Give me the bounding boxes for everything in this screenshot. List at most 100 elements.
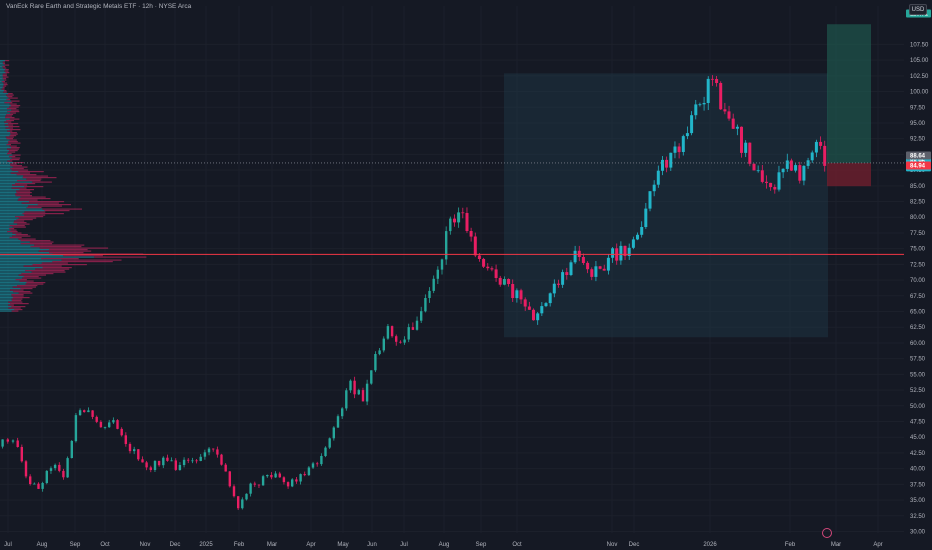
profile-bar-down [18,171,44,173]
profile-bar-up [0,297,13,299]
candle-down [137,449,140,460]
candle-down [411,327,415,330]
candle-up [640,227,644,235]
profile-bar-up [0,198,19,200]
time-tick-label: 2025 [199,542,213,548]
profile-bar-up [0,117,6,119]
candle-down [390,326,394,337]
candle-up [374,354,377,371]
profile-bar-up [0,294,12,296]
time-tick-label: Aug [439,542,450,548]
candle-down [719,83,723,110]
time-tick-label: Mar [831,542,841,548]
profile-bar-up [0,264,33,266]
candle-up [133,449,136,452]
profile-bar-down [7,108,17,110]
profile-bar-down [16,190,31,192]
loss-zone [827,162,871,187]
profile-bar-down [14,309,23,311]
candle-up [685,133,689,137]
time-axis[interactable]: Jul Aug Sep Oct Nov Dec 2025 Feb Mar Apr May Jun Jul… [0,538,932,550]
candle-down [253,483,256,485]
profile-bar-up [0,237,10,239]
profile-bar-up [0,288,21,290]
candle-down [237,496,240,509]
candle-down [477,255,481,259]
candle-down [557,283,560,285]
candle-up [103,427,107,428]
candle-up [311,463,315,468]
candle-down [120,428,123,436]
profile-bar-down [49,249,88,251]
candle-up [681,136,685,152]
profile-bar-up [0,216,16,218]
candle-down [149,467,152,470]
profile-bar-down [9,237,22,239]
chart-area[interactable]: 107.50105.00102.50100.0097.5095.0092.509… [0,0,932,550]
profile-bar-up [0,60,6,62]
profile-bar-down [10,105,21,107]
profile-bar-down [17,285,38,287]
price-chart[interactable]: 107.50105.00102.50100.0097.5095.0092.509… [0,0,932,550]
profile-bar-up [0,141,9,143]
profile-bar-up [0,108,7,110]
currency-button[interactable]: USD [909,4,927,15]
profile-bar-down [10,132,17,134]
chart-title: VanEck Rare Earth and Strategic Metals E… [6,3,192,10]
candle-down [278,473,281,478]
price-tick-label: 100.00 [910,90,929,96]
profile-bar-up [0,295,12,297]
profile-bar-up [0,124,5,126]
profile-bar-down [12,154,21,156]
candle-down [765,181,768,183]
candle-up [153,460,157,470]
profile-bar-up [0,111,8,113]
candle-up [619,245,623,261]
profile-bar-down [16,174,37,176]
candle-up [794,165,798,171]
profile-bar-up [0,82,4,84]
profile-bar-down [3,67,7,69]
profile-bar-up [0,235,13,237]
candle-up [631,239,635,248]
profile-bar-up [0,255,64,257]
profile-bar-down [9,225,25,227]
candle-down [257,484,261,486]
profile-bar-up [0,306,12,308]
profile-bar-down [1,81,5,83]
candle-down [482,258,486,267]
profile-bar-down [15,234,28,236]
profile-bar-up [0,153,8,155]
candle-up [644,208,648,227]
candle-up [378,350,381,355]
profile-bar-up [0,132,11,134]
profile-bar-down [5,69,9,71]
profile-bar-up [0,100,12,102]
profile-bar-down [6,120,14,122]
profile-bar-down [1,88,5,90]
profile-bar-down [10,163,17,165]
profile-bar-up [0,213,23,215]
price-tick-label: 72.50 [910,262,926,268]
profile-bar-up [0,106,10,108]
price-tick-label: 92.50 [910,137,926,143]
candle-up [702,103,706,105]
profile-bar-up [0,64,5,66]
profile-bar-down [2,73,7,75]
profile-bar-up [0,202,22,204]
candle-up [74,415,78,442]
candle-down [723,109,727,112]
time-tick-label: Jul [400,542,408,548]
candle-down [303,474,306,476]
candle-down [532,309,535,321]
price-axis[interactable]: 107.50105.00102.50100.0097.5095.0092.509… [904,0,932,550]
price-tick-label: 70.00 [910,278,926,284]
profile-bar-up [0,84,4,86]
profile-bar-up [0,126,9,128]
profile-bar-down [26,207,42,209]
profile-bar-down [13,222,27,224]
price-tick-label: 35.00 [910,498,926,504]
profile-bar-down [8,307,21,309]
profile-bar-up [0,222,14,224]
time-tick-label: May [337,542,348,548]
